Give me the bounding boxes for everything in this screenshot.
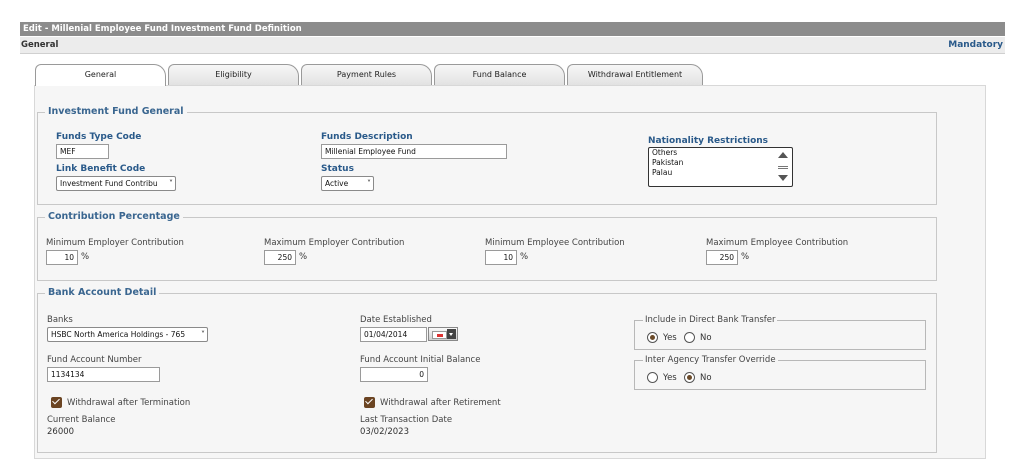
- chevron-down-icon: ˅: [201, 330, 205, 339]
- banks-label: Banks: [47, 315, 73, 325]
- status-label: Status: [321, 164, 354, 174]
- inter-agency-yes-radio[interactable]: [647, 372, 658, 383]
- investment-fund-general-section: Investment Fund General Funds Type Code …: [37, 106, 937, 205]
- include-direct-yes-radio[interactable]: [647, 332, 658, 343]
- initial-balance-label: Fund Account Initial Balance: [360, 355, 481, 365]
- funds-type-code-input[interactable]: MEF: [56, 144, 109, 159]
- scroll-down-icon[interactable]: [778, 175, 788, 181]
- chevron-down-icon: ˅: [367, 179, 371, 188]
- tab-eligibility[interactable]: Eligibility: [168, 64, 299, 85]
- list-item[interactable]: Palau: [649, 168, 792, 178]
- no-label: No: [700, 333, 712, 343]
- date-established-label: Date Established: [360, 315, 432, 325]
- link-benefit-code-select[interactable]: Investment Fund Contribu ˅: [56, 176, 176, 191]
- status-value: Active: [325, 179, 349, 188]
- contribution-percentage-legend: Contribution Percentage: [45, 211, 183, 222]
- banks-value: HSBC North America Holdings - 765: [51, 330, 186, 339]
- section-name: General: [21, 40, 59, 50]
- current-balance-label: Current Balance: [47, 415, 116, 425]
- fund-account-number-input[interactable]: 1134134: [47, 367, 160, 382]
- no-label: No: [700, 373, 712, 383]
- fund-account-number-label: Fund Account Number: [47, 355, 142, 365]
- mandatory-label: Mandatory: [948, 40, 1003, 50]
- yes-label: Yes: [663, 373, 677, 383]
- investment-fund-general-legend: Investment Fund General: [45, 106, 187, 117]
- min-employee-input[interactable]: 10: [485, 250, 517, 265]
- funds-type-code-label: Funds Type Code: [56, 132, 142, 142]
- withdrawal-termination-label: Withdrawal after Termination: [67, 398, 191, 408]
- funds-description-label: Funds Description: [321, 132, 413, 142]
- last-transaction-label: Last Transaction Date: [360, 415, 453, 425]
- withdrawal-retirement-checkbox[interactable]: [364, 397, 375, 408]
- section-header: General Mandatory: [20, 37, 1005, 54]
- percent-symbol: %: [299, 252, 308, 262]
- banks-select[interactable]: HSBC North America Holdings - 765 ˅: [47, 327, 208, 342]
- percent-symbol: %: [81, 252, 90, 262]
- status-select[interactable]: Active ˅: [321, 176, 374, 191]
- tab-payment-rules[interactable]: Payment Rules: [301, 64, 432, 85]
- yes-label: Yes: [663, 333, 677, 343]
- window-title: Edit - Millenial Employee Fund Investmen…: [20, 22, 1005, 36]
- contribution-percentage-section: Contribution Percentage Minimum Employer…: [37, 211, 937, 281]
- bank-account-detail-section: Bank Account Detail Banks HSBC North Ame…: [37, 287, 937, 453]
- current-balance-value: 26000: [47, 427, 75, 437]
- withdrawal-termination-checkbox[interactable]: [51, 397, 62, 408]
- min-employer-label: Minimum Employer Contribution: [46, 238, 184, 248]
- initial-balance-input[interactable]: 0: [360, 367, 428, 382]
- calendar-page-icon: [432, 331, 447, 339]
- max-employer-label: Maximum Employer Contribution: [264, 238, 405, 248]
- link-benefit-code-value: Investment Fund Contribu: [60, 179, 158, 188]
- list-item[interactable]: Others: [649, 148, 792, 158]
- percent-symbol: %: [741, 252, 750, 262]
- funds-description-input[interactable]: Millenial Employee Fund: [321, 144, 507, 159]
- withdrawal-retirement-label: Withdrawal after Retirement: [380, 398, 501, 408]
- max-employee-label: Maximum Employee Contribution: [706, 238, 849, 248]
- tab-withdrawal-entitlement[interactable]: Withdrawal Entitlement: [567, 64, 703, 85]
- inter-agency-no-radio[interactable]: [684, 372, 695, 383]
- last-transaction-value: 03/02/2023: [360, 427, 409, 437]
- list-item[interactable]: Pakistan: [649, 158, 792, 168]
- calendar-icon[interactable]: [428, 327, 458, 341]
- max-employer-input[interactable]: 250: [264, 250, 296, 265]
- include-direct-transfer-group: Include in Direct Bank Transfer Yes No: [634, 315, 926, 350]
- inter-agency-override-label: Inter Agency Transfer Override: [643, 355, 778, 365]
- bank-account-detail-legend: Bank Account Detail: [45, 287, 160, 298]
- date-established-input[interactable]: 01/04/2014: [360, 327, 427, 342]
- min-employer-input[interactable]: 10: [46, 250, 78, 265]
- tab-general[interactable]: General: [35, 64, 166, 86]
- percent-symbol: %: [520, 252, 529, 262]
- inter-agency-override-group: Inter Agency Transfer Override Yes No: [634, 355, 926, 390]
- nationality-restrictions-listbox[interactable]: Others Pakistan Palau: [648, 147, 793, 187]
- max-employee-input[interactable]: 250: [706, 250, 738, 265]
- link-benefit-code-label: Link Benefit Code: [56, 164, 146, 174]
- scroll-thumb-icon[interactable]: [778, 166, 788, 167]
- scroll-up-icon[interactable]: [778, 152, 788, 158]
- include-direct-transfer-label: Include in Direct Bank Transfer: [643, 315, 778, 325]
- tab-fund-balance[interactable]: Fund Balance: [434, 64, 565, 85]
- include-direct-no-radio[interactable]: [684, 332, 695, 343]
- chevron-down-icon: ˅: [169, 179, 173, 188]
- nationality-restrictions-label: Nationality Restrictions: [648, 136, 769, 146]
- min-employee-label: Minimum Employee Contribution: [485, 238, 625, 248]
- chevron-down-icon: [447, 329, 456, 339]
